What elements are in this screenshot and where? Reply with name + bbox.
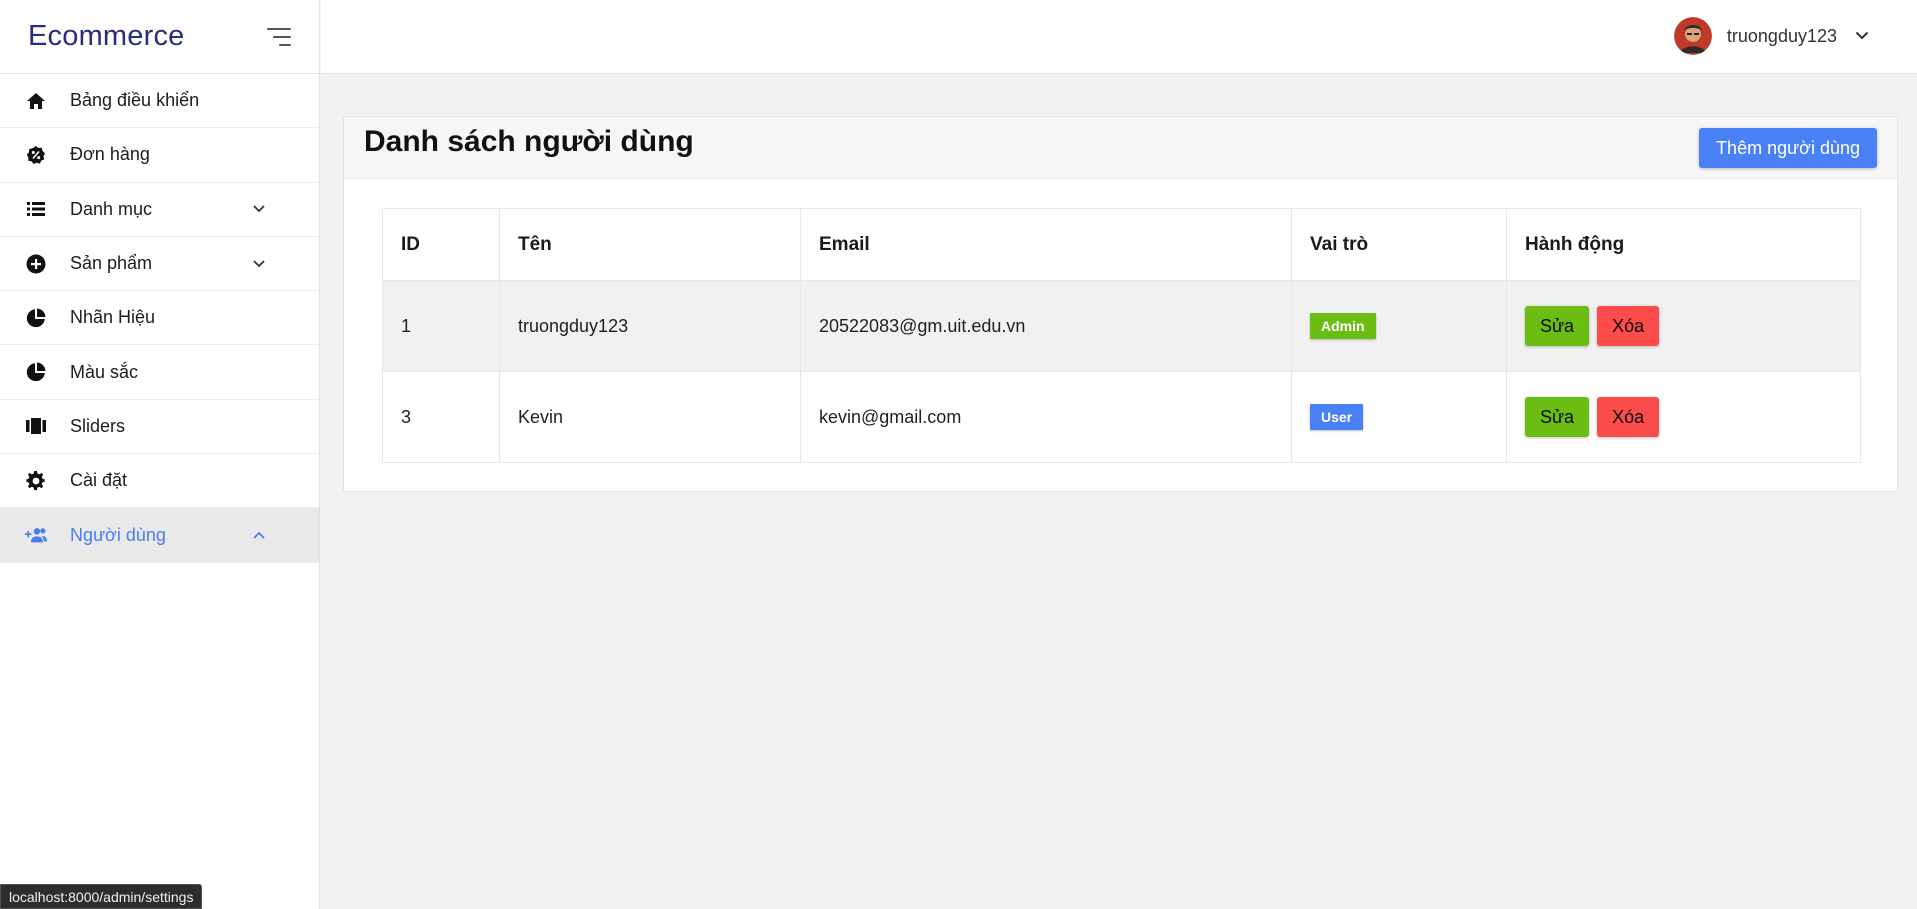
sidebar-item-label: Sản phẩm	[70, 253, 153, 274]
cell-role: Admin	[1291, 280, 1507, 372]
sidebar-item-users[interactable]: Người dùng	[0, 508, 319, 563]
menu-toggle-icon[interactable]	[265, 26, 291, 48]
cell-actions: Sửa Xóa	[1506, 371, 1861, 463]
edit-button[interactable]: Sửa	[1525, 306, 1590, 346]
user-menu[interactable]: truongduy123	[1673, 16, 1869, 56]
delete-button[interactable]: Xóa	[1597, 397, 1660, 437]
users-card: Danh sách người dùng Thêm người dùng ID …	[343, 116, 1898, 492]
sidebar-item-settings[interactable]: Cài đặt	[0, 454, 319, 509]
sidebar-item-label: Đơn hàng	[70, 144, 150, 165]
sidebar-item-label: Người dùng	[70, 524, 166, 545]
role-badge: Admin	[1310, 313, 1376, 339]
column-header-name[interactable]: Tên	[499, 208, 801, 281]
brand-header: Ecommerce	[0, 0, 319, 74]
role-badge: User	[1310, 404, 1364, 430]
sidebar-item-brands[interactable]: Nhãn Hiệu	[0, 291, 319, 346]
column-header-id[interactable]: ID	[382, 208, 500, 281]
pie-chart-icon	[25, 361, 47, 383]
table-row: 1 truongduy123 20522083@gm.uit.edu.vn Ad…	[382, 280, 1861, 372]
app-title[interactable]: Ecommerce	[28, 20, 185, 53]
cell-role: User	[1291, 371, 1507, 463]
cell-email: 20522083@gm.uit.edu.vn	[800, 280, 1292, 372]
sidebar-item-categories[interactable]: Danh mục	[0, 183, 319, 237]
users-table: ID Tên Email Vai trò Hành động 1 truongd…	[382, 208, 1861, 463]
column-header-email[interactable]: Email	[800, 208, 1292, 281]
sidebar-item-colors[interactable]: Màu sắc	[0, 345, 319, 400]
table-header-row: ID Tên Email Vai trò Hành động	[382, 208, 1861, 281]
edit-button[interactable]: Sửa	[1525, 397, 1590, 437]
plus-circle-icon	[25, 253, 47, 275]
chevron-up-icon[interactable]	[251, 527, 267, 543]
sidebar-item-dashboard[interactable]: Bảng điều khiển	[0, 74, 319, 129]
add-user-button[interactable]: Thêm người dùng	[1699, 128, 1877, 168]
gear-icon	[25, 470, 47, 492]
cell-email: kevin@gmail.com	[800, 371, 1292, 463]
sidebar-item-label: Danh mục	[70, 198, 153, 219]
users-table-wrapper: ID Tên Email Vai trò Hành động 1 truongd…	[382, 208, 1861, 463]
pie-chart-icon	[25, 307, 47, 329]
sidebar-item-label: Sliders	[70, 415, 126, 436]
cell-name: truongduy123	[499, 280, 801, 372]
delete-button[interactable]: Xóa	[1597, 306, 1660, 346]
sidebar-item-label: Màu sắc	[70, 361, 139, 382]
cell-name: Kevin	[499, 371, 801, 463]
sidebar-item-label: Bảng điều khiển	[70, 90, 200, 111]
carousel-icon	[25, 415, 47, 437]
sidebar-item-orders[interactable]: Đơn hàng	[0, 128, 319, 183]
topbar: truongduy123	[321, 0, 1917, 74]
percent-badge-icon	[25, 144, 47, 166]
table-row: 3 Kevin kevin@gmail.com User Sửa Xóa	[382, 371, 1861, 463]
chevron-down-icon[interactable]	[251, 201, 267, 217]
sidebar: Ecommerce Bảng điều khiển Đơn hàng Danh …	[0, 0, 320, 909]
chevron-down-icon[interactable]	[251, 256, 267, 272]
card-header: Danh sách người dùng Thêm người dùng	[344, 117, 1897, 179]
sidebar-item-sliders[interactable]: Sliders	[0, 400, 319, 455]
cell-id: 3	[382, 371, 500, 463]
users-add-icon	[25, 524, 47, 546]
list-icon	[25, 198, 47, 220]
cell-id: 1	[382, 280, 500, 372]
sidebar-item-label: Nhãn Hiệu	[70, 307, 156, 328]
cell-actions: Sửa Xóa	[1506, 280, 1861, 372]
avatar[interactable]	[1673, 17, 1712, 55]
sidebar-item-products[interactable]: Sản phẩm	[0, 237, 319, 292]
link-status-bar: localhost:8000/admin/settings	[0, 884, 203, 909]
chevron-down-icon[interactable]	[1855, 27, 1869, 45]
sidebar-item-label: Cài đặt	[70, 470, 128, 491]
column-header-actions: Hành động	[1506, 208, 1861, 281]
home-icon	[25, 90, 47, 112]
username[interactable]: truongduy123	[1727, 26, 1837, 47]
page-title: Danh sách người dùng	[364, 125, 694, 158]
sidebar-nav: Bảng điều khiển Đơn hàng Danh mục Sản ph…	[0, 74, 319, 563]
column-header-role[interactable]: Vai trò	[1291, 208, 1507, 281]
